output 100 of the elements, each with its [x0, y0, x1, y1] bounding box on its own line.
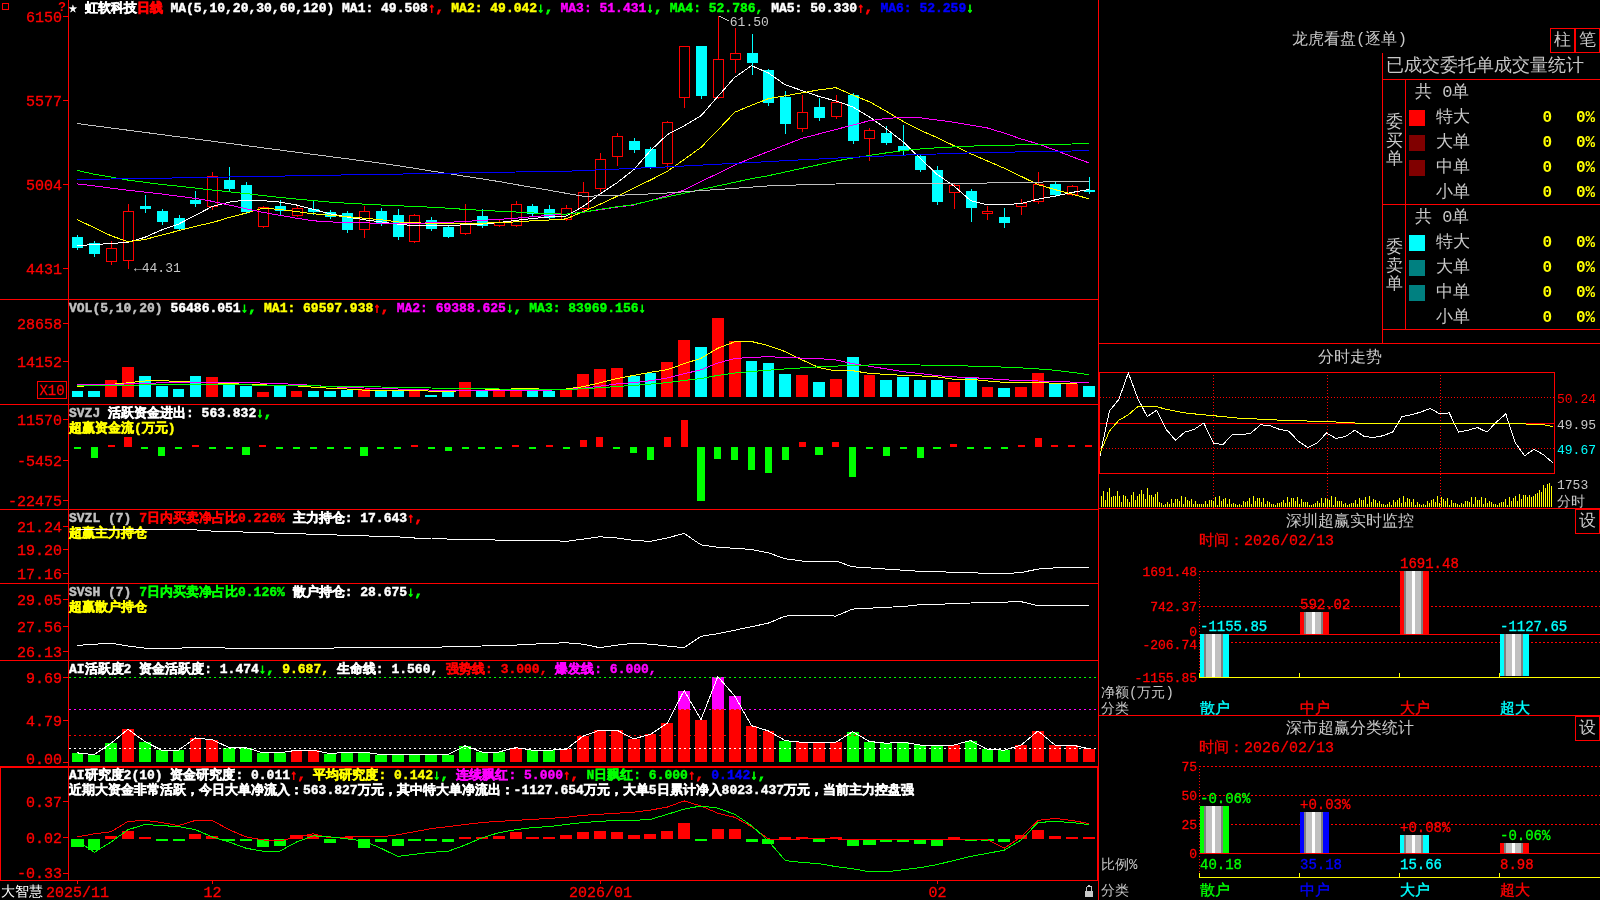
- axis-title: 分类: [1101, 701, 1129, 715]
- order-share: 0%: [1576, 283, 1596, 302]
- axis-tick-label: 742.37: [1150, 600, 1197, 616]
- legend-text: 9.687,: [282, 662, 330, 677]
- axis-tick-label: 0.37: [26, 794, 62, 812]
- category-label: 散户: [1200, 883, 1230, 900]
- high-price-label: 61.50: [718, 14, 769, 30]
- legend-text: ↓,: [505, 301, 522, 316]
- axis-tick-label: 11570: [17, 412, 62, 430]
- order-size-label: 大单: [1436, 132, 1470, 153]
- value-label: 40.18: [1200, 857, 1242, 873]
- order-share: 0%: [1576, 233, 1596, 252]
- order-count: 0: [1542, 308, 1552, 327]
- legend-text: 资金研究度: 0.011: [170, 768, 290, 783]
- axis-tick-label: -1155.85: [1134, 671, 1197, 686]
- legend-text: N日飘红: 6.000: [586, 768, 688, 783]
- axis-tick-label: 5004: [26, 177, 62, 195]
- change-label: +0.03%: [1300, 797, 1351, 814]
- legend-text: ↑,: [290, 768, 306, 783]
- legend-text: 资金活跃度: 1.474: [139, 662, 259, 677]
- legend-text: ↑,: [563, 768, 579, 783]
- legend-text: MA3: 83969.156: [529, 301, 639, 316]
- section-title: 深圳超赢实时监控: [1285, 511, 1414, 532]
- legend-text: 连续飘红: 5.000: [456, 768, 564, 783]
- axis-tick-label: 4.79: [26, 713, 62, 731]
- value-label: -1127.65: [1500, 618, 1568, 635]
- legend-text: SVZL (7): [69, 511, 132, 526]
- axis-tick-label: 75: [1181, 760, 1197, 775]
- legend-text: MA6: 52.259: [880, 1, 967, 16]
- axis-tick-label: -22475: [8, 493, 62, 509]
- time-label: 时间：2026/02/13: [1199, 533, 1334, 550]
- legend-text: MA5: 50.330: [771, 1, 857, 16]
- axis-tick-label: 28658: [17, 316, 62, 334]
- order-total: 共 0单: [1415, 207, 1470, 228]
- legend-text: ↓: [966, 1, 975, 16]
- section-title: 分时走势: [1317, 348, 1382, 368]
- legend-text: ↑,: [373, 301, 389, 316]
- legend-text: 7日内买卖净占比0.126%: [139, 585, 285, 600]
- table-title: 已成交委托单成交量统计: [1386, 55, 1584, 77]
- axis-tick-label: 0.00: [26, 752, 62, 766]
- axis-tick-label: 9.69: [26, 670, 62, 688]
- axis-tick-label: 26.13: [17, 644, 62, 660]
- legend-text: ↓,: [240, 301, 257, 316]
- legend-text: SVSH (7): [69, 585, 132, 600]
- change-label: -0.06%: [1500, 827, 1551, 844]
- legend-text: AI活跃度2: [69, 662, 132, 677]
- value-label: 35.18: [1300, 857, 1342, 873]
- axis-tick-label: 19.20: [17, 542, 62, 560]
- legend-text: ↓,: [256, 406, 272, 421]
- date-label: 02: [928, 885, 947, 900]
- order-size-label: 中单: [1436, 282, 1470, 303]
- order-size-label: 小单: [1436, 182, 1470, 203]
- legend-text: ★: [69, 1, 77, 16]
- date-label: 2026/01: [569, 885, 632, 900]
- legend-text: ↓,: [258, 662, 275, 677]
- axis-tick-label: 50: [1181, 789, 1197, 804]
- legend-text: VOL(5,10,20): [69, 301, 163, 316]
- order-count: 0: [1542, 283, 1552, 302]
- category-label: 大户: [1400, 701, 1430, 715]
- category-label: 中户: [1300, 883, 1330, 900]
- order-count: 0: [1542, 258, 1552, 277]
- axis-title: 分类: [1101, 883, 1129, 899]
- axis-tick-label: 49.67: [1557, 442, 1596, 458]
- volume-scale-label: 1753: [1557, 478, 1589, 493]
- legend-text: 散户持仓: 28.675: [292, 585, 408, 600]
- legend-text: ↑,: [687, 768, 704, 783]
- value-label: 15.66: [1400, 857, 1442, 873]
- legend-text: ↓,: [750, 768, 766, 783]
- legend-text: ↓: [638, 301, 647, 316]
- value-label: 592.02: [1300, 596, 1351, 613]
- legend-text: MA2: 49.042: [451, 1, 538, 16]
- axis-tick-label: 0: [1189, 847, 1197, 862]
- order-count: 0: [1542, 158, 1552, 177]
- value-label: 1691.48: [1400, 556, 1459, 572]
- axis-tick-label: 29.05: [17, 592, 62, 610]
- legend-text: ↓,: [537, 1, 553, 16]
- legend-text: 活跃资金进出: 563.832: [108, 406, 257, 421]
- legend-text: 近期大资金非常活跃，今日大单净流入：563.827万元，其中特大单净流出：-1127.654万元，大单5日累计净入8023.437万元，当前主力控盘强: [69, 783, 915, 798]
- category-label: 中户: [1300, 701, 1330, 715]
- legend-text: 生命线: 1.560,: [336, 662, 439, 677]
- axis-tick-label: 14152: [17, 354, 62, 372]
- axis-title: 比例%: [1101, 857, 1138, 873]
- axis-tick-label: 49.95: [1557, 417, 1596, 433]
- legend-text: MA2: 69388.625: [396, 301, 506, 316]
- axis-tick-label: 17.16: [17, 566, 62, 583]
- order-total: 共 0单: [1415, 82, 1470, 103]
- legend-text: 爆发线: 6.000,: [555, 662, 657, 677]
- axis-tick-label: 25: [1181, 818, 1197, 833]
- category-label: 超大: [1500, 701, 1530, 715]
- order-share: 0%: [1576, 158, 1596, 177]
- axis-tick-label: 4431: [26, 261, 62, 279]
- unit-label: X10: [37, 381, 67, 399]
- time-label: 时间：2026/02/13: [1199, 740, 1334, 757]
- axis-tick-label: 21.24: [17, 519, 62, 537]
- legend-text: MA4: 52.786,: [669, 1, 764, 16]
- axis-tick-label: 0: [1189, 625, 1197, 641]
- axis-tick-label: 27.56: [17, 619, 62, 637]
- axis-tick-label: 1691.48: [1142, 565, 1197, 580]
- axis-tick-label: 0.02: [26, 830, 62, 848]
- category-label: 大户: [1400, 883, 1430, 900]
